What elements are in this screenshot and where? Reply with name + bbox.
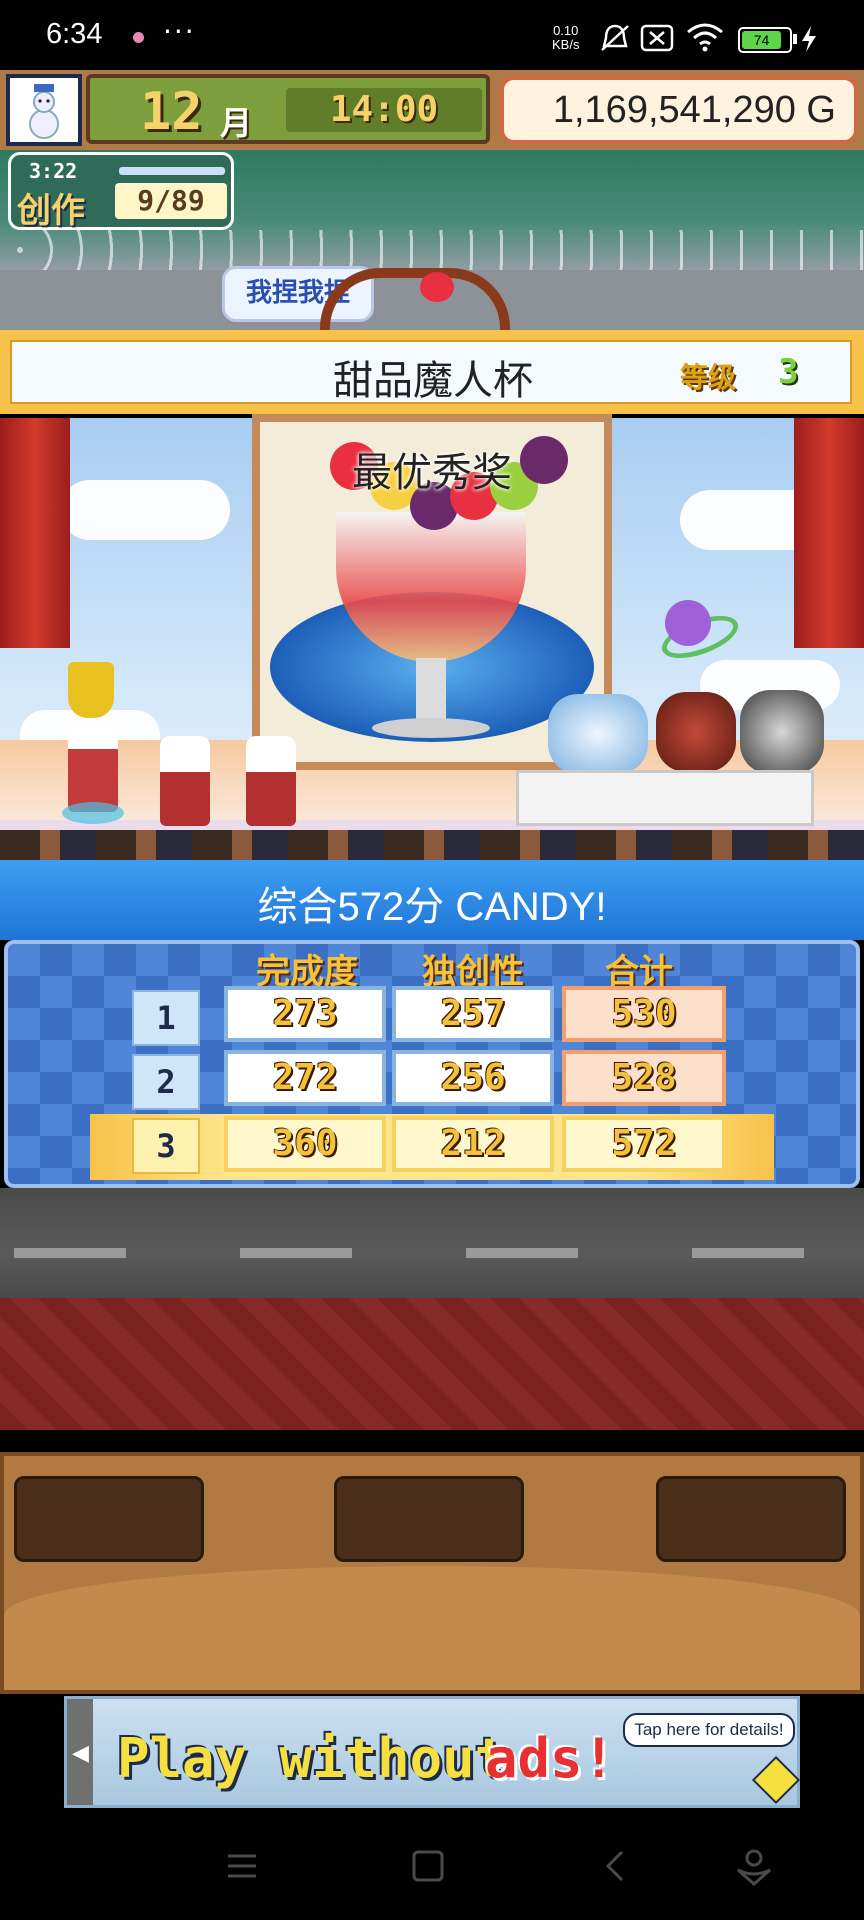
row2-originality: 256 — [392, 1050, 554, 1106]
ad-mascot-icon — [751, 1755, 801, 1805]
home-square-icon[interactable] — [406, 1844, 450, 1888]
creation-label: 创作 — [17, 191, 85, 231]
audience-crowd — [0, 830, 864, 860]
row3-originality: 212 — [392, 1116, 554, 1172]
status-bar: 6:34 ··· 0.10 KB/s 74 — [0, 0, 864, 70]
charging-icon — [802, 26, 816, 52]
date-panel: 12 月 14:00 — [86, 74, 490, 144]
row2-completion: 272 — [224, 1050, 386, 1106]
battery-tip — [793, 34, 797, 44]
contest-title-banner: 甜品魔人杯 等级 3 — [0, 330, 864, 414]
award-title: 最优秀奖 — [352, 450, 512, 496]
menu-icon[interactable] — [220, 1844, 264, 1888]
row3-total: 572 — [562, 1116, 726, 1172]
robot-judge — [740, 690, 824, 774]
ad-headline-accent: ads! — [485, 1727, 616, 1790]
rank-2: 2 — [132, 1054, 200, 1110]
parfait-base — [372, 718, 490, 738]
bow-decoration — [420, 272, 454, 302]
divider — [0, 1430, 864, 1452]
creation-count: 9/89 — [115, 183, 227, 219]
level-value: 3 — [778, 352, 799, 392]
lava-monster-judge — [656, 692, 736, 772]
battery-level: 74 — [742, 31, 781, 49]
row1-completion: 273 — [224, 986, 386, 1042]
player-highlight — [62, 802, 124, 824]
stage-curtain-right — [794, 418, 864, 648]
staff-chef — [160, 736, 210, 826]
ad-headline: Play without — [117, 1727, 508, 1790]
network-speed-unit: KB/s — [552, 37, 580, 52]
trophy-icon — [68, 662, 114, 718]
creation-status[interactable]: 3:22 创作 9/89 — [8, 152, 234, 231]
ribbon-arch — [320, 268, 510, 338]
row1-total: 530 — [562, 986, 726, 1042]
level-label: 等级 — [680, 361, 737, 394]
creation-progress-bar — [119, 167, 225, 175]
row1-originality: 257 — [392, 986, 554, 1042]
cloud — [60, 480, 230, 540]
notification-dot-icon — [133, 32, 144, 43]
month-label: 月 — [220, 104, 253, 142]
score-summary: 综合572分 CANDY! — [257, 885, 607, 929]
menu-slot-center[interactable] — [334, 1476, 524, 1562]
status-time: 6:34 — [46, 18, 103, 50]
judges-table — [516, 770, 814, 826]
menu-arc — [4, 1566, 860, 1690]
assistant-icon[interactable] — [732, 1844, 776, 1888]
row3-completion: 360 — [224, 1116, 386, 1172]
lane-marking — [14, 1248, 126, 1258]
sim-off-icon — [640, 24, 674, 52]
road — [0, 1188, 864, 1298]
header-total: 合计 — [605, 952, 673, 992]
back-chevron-icon[interactable] — [594, 1844, 638, 1888]
menu-slot-right[interactable] — [656, 1476, 846, 1562]
lane-marking — [240, 1248, 352, 1258]
header-originality: 独创性 — [422, 952, 524, 992]
snowman-icon — [29, 84, 59, 139]
network-speed: 0.10 KB/s — [552, 24, 579, 52]
avatar[interactable] — [6, 74, 82, 146]
mute-bell-icon — [601, 24, 629, 51]
ad-details-link[interactable]: Tap here for details! — [623, 1713, 795, 1747]
planet-candy-body — [665, 600, 711, 646]
gold-amount: 1,169,541,290 G — [500, 76, 858, 144]
contest-title-box: 甜品魔人杯 等级 3 — [10, 340, 852, 404]
menu-slot-left[interactable] — [14, 1476, 204, 1562]
ad-collapse-tab[interactable]: ◀ — [67, 1699, 93, 1805]
player-chef — [68, 722, 118, 812]
creation-timer: 3:22 — [29, 159, 78, 183]
game-clock: 14:00 — [286, 88, 482, 132]
network-speed-value: 0.10 — [553, 23, 579, 38]
wifi-icon — [687, 23, 723, 52]
lane-marking — [466, 1248, 578, 1258]
more-notifications-icon: ··· — [163, 15, 196, 48]
battery-icon: 74 — [738, 27, 792, 53]
navigation-bar — [0, 1808, 864, 1920]
carpet-floor — [0, 1298, 864, 1430]
row2-total: 528 — [562, 1050, 726, 1106]
lane-marking — [692, 1248, 804, 1258]
rank-1: 1 — [132, 990, 200, 1046]
staff-chef — [246, 736, 296, 826]
ice-dragon-judge — [548, 694, 648, 774]
score-banner: 综合572分 CANDY! — [0, 860, 864, 940]
header-completion: 完成度 — [256, 952, 358, 992]
stage-curtain-left — [0, 418, 70, 648]
left-arrow-icon: ◀ — [72, 1741, 89, 1766]
month-number: 12 — [140, 82, 203, 142]
ad-banner[interactable]: ◀ Play without ads! Tap here for details… — [64, 1696, 801, 1808]
rank-3: 3 — [132, 1118, 200, 1174]
